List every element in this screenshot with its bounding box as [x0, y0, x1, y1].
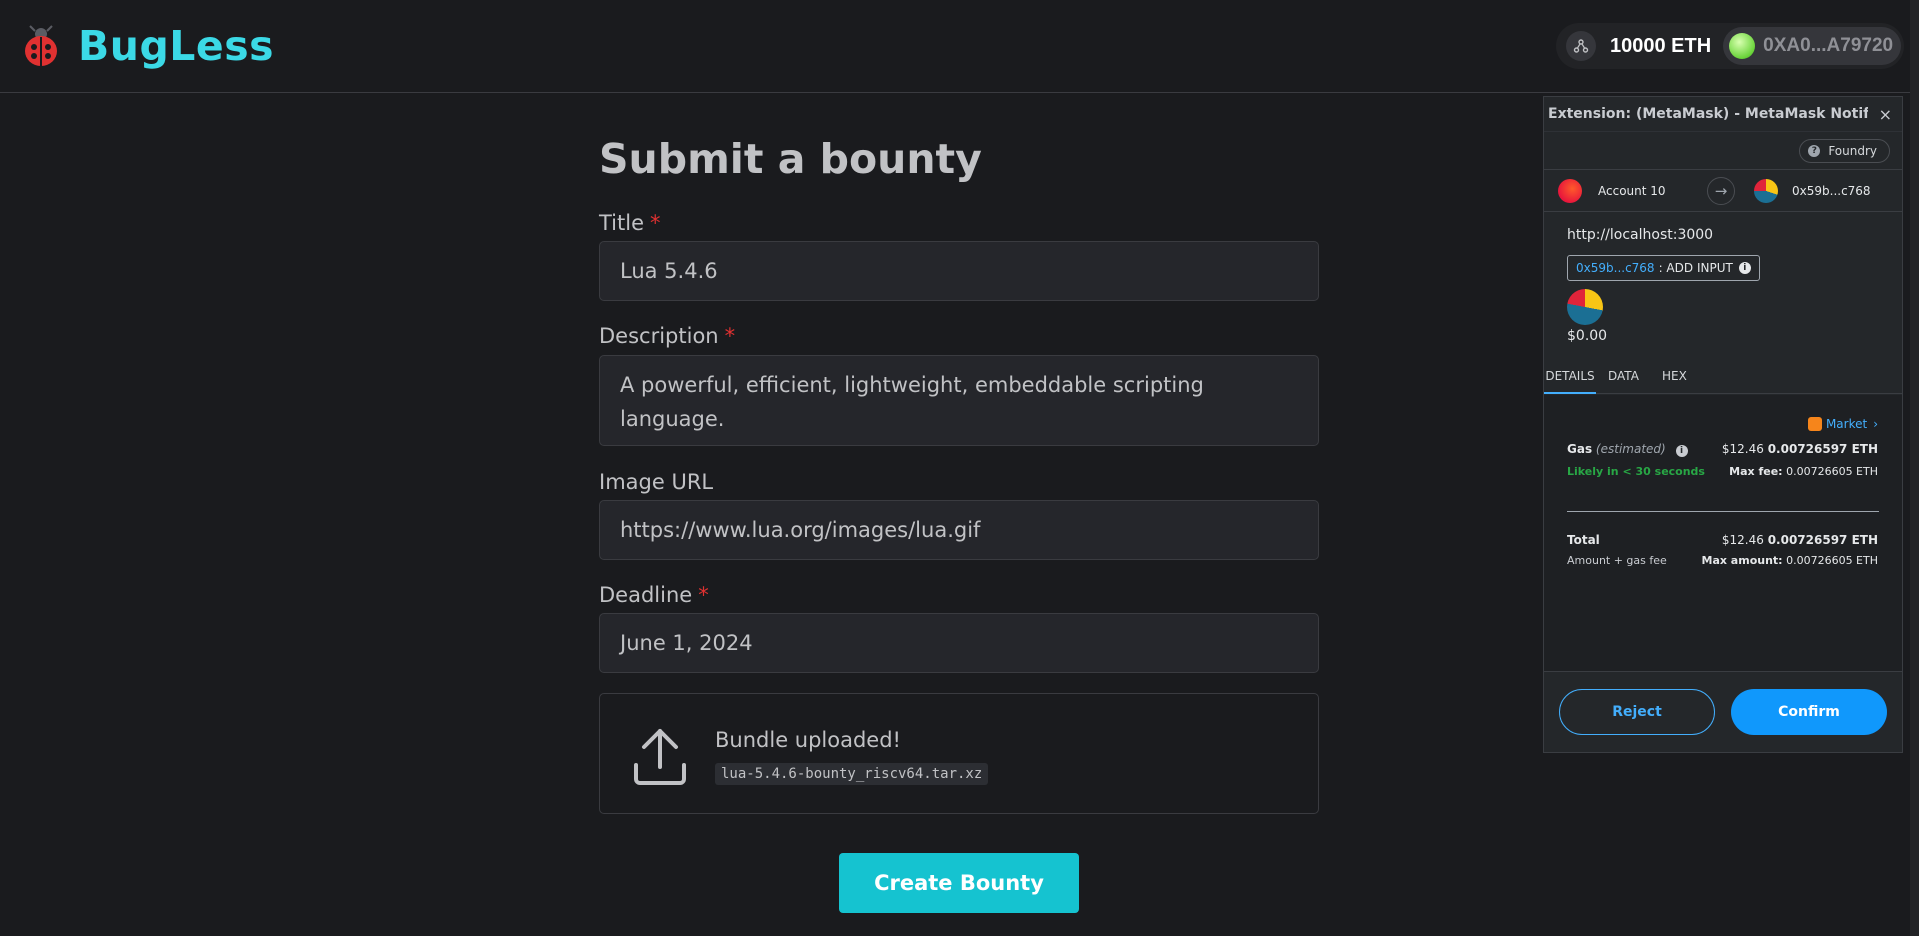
- transaction-value: $0.00: [1567, 328, 1608, 344]
- gas-timing: Likely in < 30 seconds: [1567, 465, 1705, 478]
- tab-bar: DETAILS DATA HEX: [1544, 361, 1902, 394]
- image-url-label: Image URL: [599, 470, 714, 494]
- title-input[interactable]: Lua 5.4.6: [599, 241, 1319, 301]
- add-input-label: : ADD INPUT: [1658, 261, 1733, 275]
- app-header: BugLess 10000 ETH 0XA0...A79720: [0, 0, 1919, 93]
- image-url-input[interactable]: https://www.lua.org/images/lua.gif: [599, 500, 1319, 560]
- fox-icon: [1807, 417, 1822, 431]
- tab-hex[interactable]: HEX: [1662, 361, 1692, 394]
- network-badge[interactable]: ? Foundry: [1799, 139, 1890, 163]
- close-icon[interactable]: ×: [1879, 105, 1892, 124]
- add-input-box[interactable]: 0x59b...c768 : ADD INPUT i: [1567, 255, 1760, 281]
- total-sublabel: Amount + gas fee: [1567, 554, 1667, 567]
- tab-data[interactable]: DATA: [1608, 361, 1648, 394]
- info-icon: i: [1738, 262, 1751, 274]
- page-title: Submit a bounty: [599, 135, 982, 183]
- required-mark: *: [724, 324, 736, 348]
- request-origin: http://localhost:3000: [1567, 227, 1714, 243]
- account-avatar: [1729, 33, 1756, 59]
- tab-details[interactable]: DETAILS: [1544, 361, 1596, 394]
- to-address: 0x59b...c768: [1792, 184, 1871, 198]
- create-bounty-button[interactable]: Create Bounty: [839, 853, 1079, 913]
- max-amount: Max amount: 0.00726605 ETH: [1701, 554, 1878, 567]
- to-account[interactable]: 0x59b...c768: [1754, 179, 1871, 203]
- from-account[interactable]: Account 10: [1558, 179, 1666, 203]
- metamask-popup: Extension: (MetaMask) - MetaMask Notific…: [1543, 96, 1903, 753]
- uploaded-filename: lua-5.4.6-bounty_riscv64.tar.xz: [715, 763, 989, 785]
- ladybug-icon: [25, 25, 57, 66]
- market-link[interactable]: Market ›: [1807, 417, 1878, 431]
- question-icon: ?: [1808, 145, 1821, 157]
- arrow-right-icon: →: [1707, 177, 1735, 205]
- input-address-link[interactable]: 0x59b...c768: [1576, 261, 1655, 275]
- required-mark: *: [698, 583, 709, 607]
- gas-label: Gas (estimated) i: [1567, 442, 1688, 457]
- popup-footer: Reject Confirm: [1544, 671, 1902, 753]
- upload-icon: [634, 729, 686, 785]
- from-account-name: Account 10: [1598, 184, 1666, 198]
- account-button[interactable]: 0XA0...A79720: [1723, 27, 1902, 65]
- scrollbar[interactable]: [1910, 0, 1919, 936]
- wallet-balance: 10000 ETH: [1610, 34, 1712, 57]
- info-icon[interactable]: i: [1675, 445, 1688, 457]
- deadline-input[interactable]: June 1, 2024: [599, 613, 1319, 673]
- divider: [1567, 511, 1879, 512]
- max-fee: Max fee: 0.00726605 ETH: [1729, 465, 1878, 478]
- from-avatar: [1558, 179, 1582, 203]
- wallet-widget[interactable]: 10000 ETH 0XA0...A79720: [1556, 23, 1904, 69]
- upload-status: Bundle uploaded!: [715, 728, 901, 752]
- total-label: Total: [1567, 533, 1600, 547]
- deadline-label: Deadline *: [599, 583, 709, 607]
- popup-title: Extension: (MetaMask) - MetaMask Notific…: [1548, 106, 1868, 122]
- gas-amount: $12.46 0.00726597 ETH: [1721, 442, 1878, 456]
- network-icon[interactable]: [1566, 31, 1596, 61]
- reject-button[interactable]: Reject: [1559, 689, 1715, 735]
- title-label: Title *: [599, 211, 661, 235]
- network-name: Foundry: [1828, 144, 1877, 158]
- description-label: Description *: [599, 324, 736, 348]
- recipient-avatar: [1567, 289, 1603, 325]
- total-amount: $12.46 0.00726597 ETH: [1721, 533, 1878, 547]
- account-row: Account 10 → 0x59b...c768: [1544, 169, 1902, 212]
- logo[interactable]: BugLess: [22, 22, 274, 70]
- description-textarea[interactable]: A powerful, efficient, lightweight, embe…: [599, 355, 1319, 446]
- to-avatar: [1754, 179, 1778, 203]
- confirm-button[interactable]: Confirm: [1731, 689, 1887, 735]
- popup-titlebar: Extension: (MetaMask) - MetaMask Notific…: [1544, 97, 1902, 132]
- bundle-dropzone[interactable]: Bundle uploaded! lua-5.4.6-bounty_riscv6…: [599, 693, 1319, 814]
- required-mark: *: [650, 211, 661, 235]
- app-name: BugLess: [78, 22, 275, 70]
- details-panel: Market › Gas (estimated) i $12.46 0.0072…: [1544, 395, 1902, 671]
- account-address: 0XA0...A79720: [1763, 35, 1894, 56]
